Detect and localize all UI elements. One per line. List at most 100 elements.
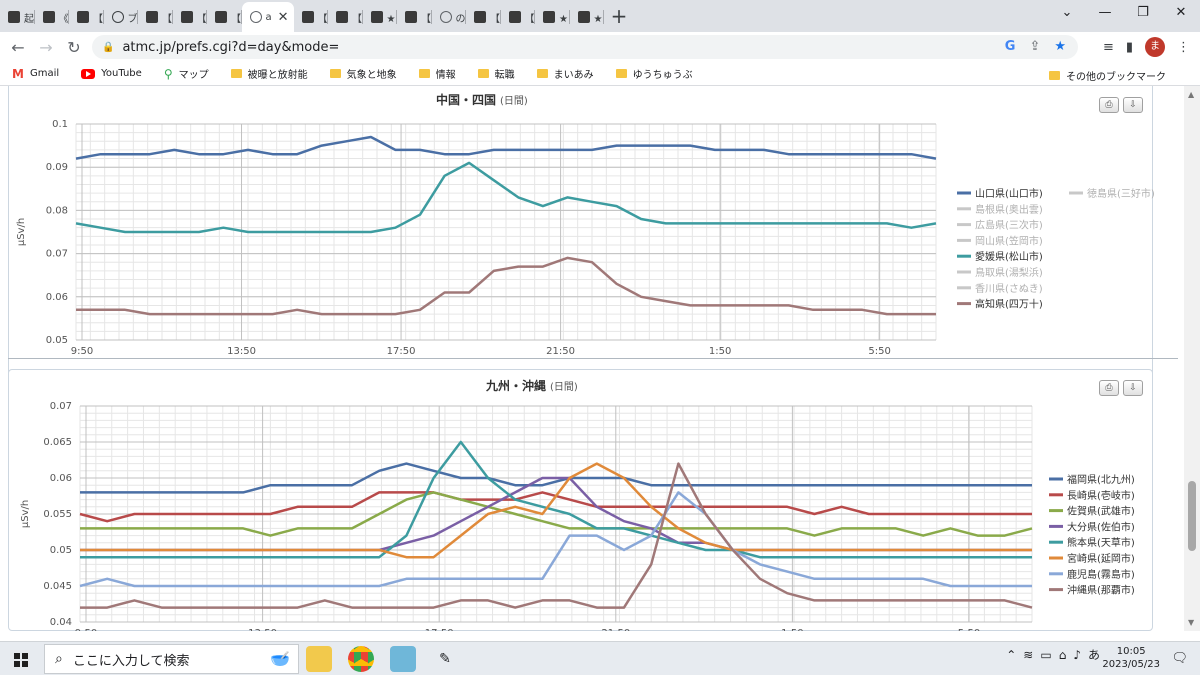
address-bar[interactable]: 🔒 atmc.jp/prefs.cgi?d=day&mode= G ⇪ ★ [92, 35, 1078, 59]
print-icon[interactable]: ⎙ [1099, 380, 1119, 396]
profile-avatar[interactable]: ま [1145, 37, 1165, 57]
google-translate-icon[interactable]: G [1005, 39, 1016, 54]
folder-icon [418, 69, 430, 78]
close-tab-icon[interactable]: ✕ [278, 10, 289, 25]
legend-item: 高知県(四万十) [975, 298, 1043, 311]
restore-icon[interactable]: ❐ [1124, 0, 1162, 26]
site-favicon [474, 11, 486, 23]
site-favicon [301, 11, 314, 23]
browser-tab[interactable]: ★【 [363, 2, 397, 32]
browser-tab[interactable]: ★【 [535, 2, 570, 32]
bookmark-label: 転職 [494, 70, 515, 81]
notification-icon[interactable]: 🗨 [1171, 651, 1188, 666]
browser-tab[interactable]: 【 [294, 2, 329, 32]
download-icon[interactable]: ⇩ [1123, 380, 1143, 396]
browser-tab[interactable]: a ✕ [241, 2, 294, 32]
browser-tab[interactable]: 《定 [35, 2, 69, 32]
other-bookmarks-label: その他のブックマーク [1066, 72, 1166, 83]
bookmark-label: 情報 [435, 70, 456, 81]
tray-overflow-icon[interactable]: ⌃ [1006, 648, 1016, 662]
bookmark-item[interactable]: YouTube [81, 68, 142, 79]
print-icon[interactable]: ⎙ [1099, 97, 1119, 113]
browser-tab[interactable]: 【共 [173, 2, 207, 32]
url-text: atmc.jp/prefs.cgi?d=day&mode= [122, 39, 340, 55]
menu-icon[interactable]: ⋮ [1177, 40, 1190, 55]
browser-tab[interactable]: 【 [328, 2, 363, 32]
site-favicon [508, 11, 521, 23]
minimize-icon[interactable]: — [1086, 0, 1124, 26]
back-icon[interactable]: ← [4, 38, 32, 57]
bookmark-label: 被曝と放射能 [247, 70, 308, 81]
clock[interactable]: 10:05 2023/05/23 [1102, 645, 1160, 671]
browser-tab[interactable]: 【 [466, 2, 501, 32]
chart-subtitle: (日間) [500, 95, 528, 107]
site-favicon [146, 11, 158, 23]
chrome-icon[interactable] [348, 646, 374, 672]
legend-item: 山口県(山口市) [975, 187, 1043, 200]
browser-tab[interactable]: ★【 [570, 2, 604, 32]
other-bookmarks[interactable]: その他のブックマーク [1049, 68, 1166, 83]
notebook-app-icon[interactable] [390, 646, 416, 672]
x-tick-label: 21:50 [546, 346, 575, 357]
tab-label: 【 [231, 13, 241, 25]
folder-icon [536, 69, 548, 78]
chart-panel-kyushu-okinawa: 0.04 0.045 0.05 0.055 0.06 0.065 0.07 9:50 13:50… [8, 369, 1153, 631]
x-tick-label: 5:50 [958, 628, 980, 631]
file-explorer-icon[interactable] [306, 646, 332, 672]
forward-icon[interactable]: → [32, 38, 60, 57]
browser-tab[interactable]: 【 [397, 2, 432, 32]
side-panel-icon[interactable]: ▮ [1126, 40, 1133, 55]
pen-tool-icon[interactable]: ✎ [432, 646, 458, 672]
y-axis-label: μSv/h [20, 500, 31, 528]
browser-tab[interactable]: の放 [432, 2, 467, 32]
bookmark-star-icon[interactable]: ★ [1054, 39, 1066, 54]
lock-icon[interactable]: 🔒 [102, 42, 114, 53]
bookmark-item[interactable]: まいあみ [536, 66, 594, 81]
share-icon[interactable]: ⇪ [1029, 39, 1040, 54]
browser-tab[interactable]: 【旭 [69, 2, 104, 32]
browser-tab[interactable]: ブログ [104, 2, 138, 32]
bookmark-item[interactable]: 転職 [477, 66, 515, 81]
tab-label: 起き [24, 13, 35, 25]
windows-start-icon[interactable] [14, 653, 28, 667]
legend-item: 宮崎県(延岡市) [1067, 552, 1135, 565]
y-tick-label: 0.06 [50, 473, 72, 484]
browser-tab[interactable]: 【 [501, 2, 536, 32]
ime-indicator[interactable]: あ [1088, 646, 1100, 663]
reload-icon[interactable]: ↻ [60, 38, 88, 57]
new-tab-button[interactable]: + [604, 2, 634, 32]
wifi-icon[interactable]: ≋ [1023, 648, 1033, 662]
legend-item: 熊本県(天草市) [1067, 536, 1135, 549]
reading-list-icon[interactable]: ≡ [1103, 40, 1114, 55]
scroll-up-icon[interactable]: ▲ [1188, 90, 1194, 99]
bookmark-item[interactable]: ⚲ マップ [164, 66, 209, 82]
volume-icon[interactable]: ♪ [1073, 648, 1081, 662]
network-icon[interactable]: ⌂ [1059, 648, 1067, 662]
tab-label: 【 [352, 13, 362, 25]
bookmark-item[interactable]: M Gmail [12, 67, 59, 81]
x-tick-label: 17:50 [425, 628, 454, 631]
bookmark-item[interactable]: 情報 [418, 66, 456, 81]
bookmark-item[interactable]: ゆうちゅうぶ [615, 66, 693, 81]
taskbar-search[interactable]: ⌕ ここに入力して検索 🥣 [44, 644, 299, 674]
browser-tab[interactable]: 【 [207, 2, 242, 32]
tab-label: 【 [524, 13, 535, 25]
tab-label: の放 [455, 13, 467, 25]
download-icon[interactable]: ⇩ [1123, 97, 1143, 113]
chart-subtitle: (日間) [550, 381, 578, 393]
y-tick-label: 0.06 [46, 292, 68, 303]
close-window-icon[interactable]: ✕ [1162, 0, 1200, 26]
legend-item: 島根県(奥出雲) [975, 203, 1043, 216]
tab-list: 起き《定【旭ブログ【【共【a✕【【★【【の放【【★【★【 [0, 2, 604, 32]
browser-tab[interactable]: 起き [0, 2, 35, 32]
scrollbar-thumb[interactable] [1188, 481, 1196, 551]
bookmark-item[interactable]: 気象と地象 [329, 66, 397, 81]
browser-tab[interactable]: 【 [138, 2, 173, 32]
page-scrollbar[interactable]: ▲ ▼ [1184, 86, 1200, 631]
site-favicon [77, 11, 89, 23]
tab-search-icon[interactable]: ⌄ [1048, 0, 1086, 26]
bookmark-item[interactable]: 被曝と放射能 [230, 66, 308, 81]
battery-icon[interactable]: ▭ [1040, 648, 1051, 662]
scroll-down-icon[interactable]: ▼ [1188, 618, 1194, 627]
tab-label: 【 [421, 13, 431, 25]
